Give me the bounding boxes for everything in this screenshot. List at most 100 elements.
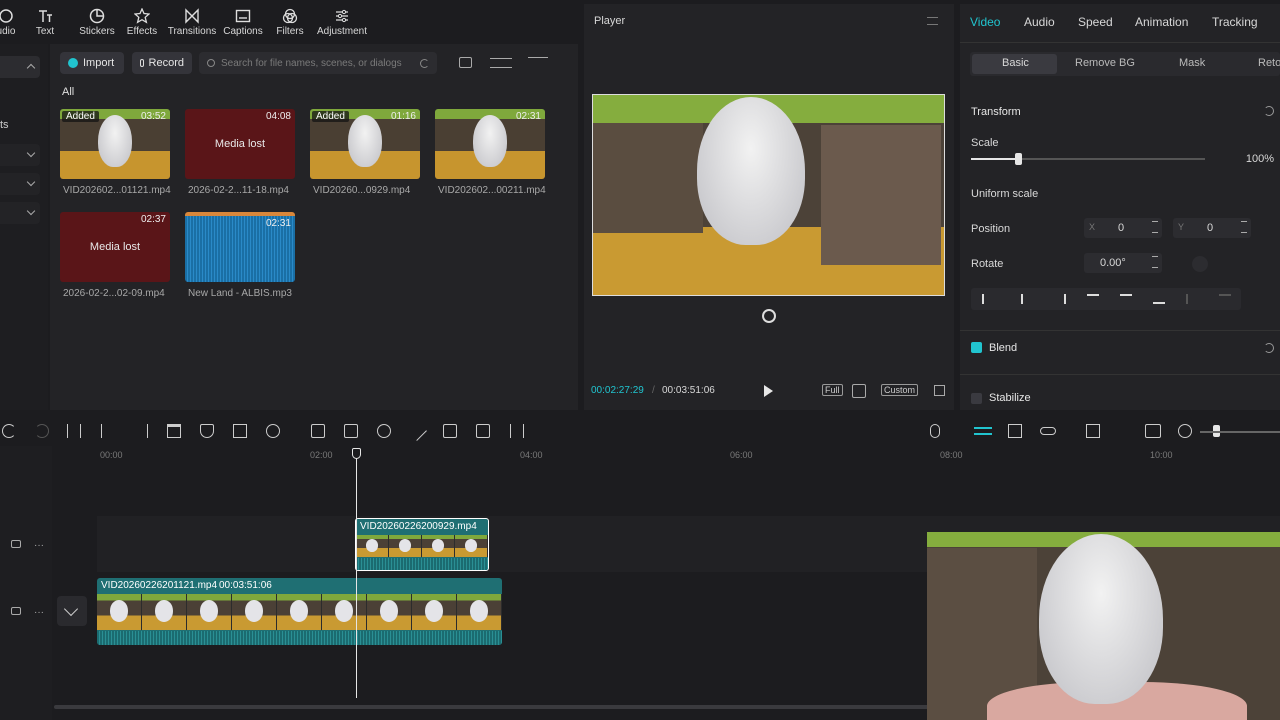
record-button[interactable]: Record xyxy=(132,52,192,74)
tool-filters[interactable]: Filters xyxy=(266,0,314,44)
reset-icon[interactable] xyxy=(1264,106,1274,116)
replace-icon[interactable] xyxy=(476,424,490,438)
tool-audio[interactable]: udio xyxy=(0,0,16,44)
scale-value[interactable]: 100% xyxy=(1222,153,1274,165)
snap-icon[interactable] xyxy=(1008,424,1022,438)
media-name: 2026-02-2...11-18.mp4 xyxy=(188,185,289,196)
top-toolbar: udio Text Stickers Effects Transitions C… xyxy=(0,0,578,44)
ratio-button[interactable]: Custom xyxy=(881,384,919,396)
media-thumb[interactable]: Added 03:52 xyxy=(60,109,170,179)
mirror-icon[interactable] xyxy=(266,424,280,438)
audio-wave-icon[interactable] xyxy=(510,424,524,438)
split-left-icon[interactable] xyxy=(101,424,115,438)
tool-transitions[interactable]: Transitions xyxy=(164,0,220,44)
tab-speed[interactable]: Speed xyxy=(1078,15,1113,29)
zoom-out-icon[interactable] xyxy=(1178,424,1192,438)
subtab-retouch[interactable]: Reto xyxy=(1258,57,1280,69)
position-x-input[interactable]: X 0 xyxy=(1084,218,1162,238)
search-input[interactable]: Search for file names, scenes, or dialog… xyxy=(199,52,437,74)
magic-wand-icon[interactable] xyxy=(407,421,427,441)
tool-stickers[interactable]: Stickers xyxy=(74,0,120,44)
import-button[interactable]: Import xyxy=(60,52,124,74)
transform-heading[interactable]: Transform xyxy=(971,106,1021,118)
tab-video[interactable]: Video xyxy=(970,15,1000,29)
align-center-v-icon[interactable] xyxy=(1119,294,1132,304)
align-top-icon[interactable] xyxy=(1086,294,1099,304)
sort-icon[interactable] xyxy=(490,58,512,68)
main-track-magnet-icon[interactable] xyxy=(974,427,992,435)
blend-checkbox[interactable] xyxy=(971,342,982,353)
split-right-icon[interactable] xyxy=(134,424,148,438)
tab-tracking[interactable]: Tracking xyxy=(1212,15,1258,29)
stabilize-label[interactable]: Stabilize xyxy=(989,392,1031,404)
mute-icon[interactable] xyxy=(11,607,21,615)
audio-split-icon[interactable] xyxy=(344,424,358,438)
tool-effects[interactable]: Effects xyxy=(120,0,164,44)
grid-view-icon[interactable] xyxy=(459,57,472,68)
tool-captions[interactable]: Captions xyxy=(220,0,266,44)
mute-icon[interactable] xyxy=(11,540,21,548)
blend-label[interactable]: Blend xyxy=(989,342,1017,354)
media-thumb-audio[interactable]: 02:31 xyxy=(185,212,295,282)
focus-icon[interactable] xyxy=(852,384,866,398)
crop-icon[interactable] xyxy=(233,424,247,438)
link-icon[interactable] xyxy=(1040,427,1056,435)
keyboard-icon[interactable] xyxy=(1145,424,1161,438)
position-y-input[interactable]: Y 0 xyxy=(1173,218,1251,238)
playhead-handle[interactable] xyxy=(352,448,361,459)
time-ruler[interactable]: 00:00 02:00 04:00 06:00 08:00 10:00 xyxy=(52,446,1280,464)
rotate-input[interactable]: 0.00° xyxy=(1084,253,1162,273)
video-preview[interactable] xyxy=(592,94,945,296)
playhead[interactable] xyxy=(356,448,357,698)
sidebar-item-1[interactable] xyxy=(0,144,40,166)
stepper-icon[interactable] xyxy=(1241,221,1247,233)
subtab-mask[interactable]: Mask xyxy=(1179,57,1205,69)
microphone-icon[interactable] xyxy=(930,424,940,438)
reset-icon[interactable] xyxy=(1264,343,1274,353)
scale-slider[interactable] xyxy=(971,153,1205,165)
split-icon[interactable] xyxy=(67,424,81,438)
main-clip[interactable]: VID20260226201121.mp4 00:03:51:06 xyxy=(97,578,502,645)
filter-all[interactable]: All xyxy=(62,86,74,98)
rotate-dial[interactable] xyxy=(1192,256,1208,272)
full-button[interactable]: Full xyxy=(822,384,843,396)
stepper-icon[interactable] xyxy=(1152,221,1158,233)
preview-axis-icon[interactable] xyxy=(1086,424,1100,438)
align-left-icon[interactable] xyxy=(981,294,994,304)
stabilize-checkbox[interactable] xyxy=(971,393,982,404)
sidebar-item-3[interactable] xyxy=(0,202,40,224)
rotate-handle-icon[interactable] xyxy=(762,309,776,323)
tab-audio[interactable]: Audio xyxy=(1024,15,1055,29)
undo-icon[interactable] xyxy=(2,424,16,438)
tab-animation[interactable]: Animation xyxy=(1135,15,1188,29)
play-icon[interactable] xyxy=(764,385,773,397)
scale-slider-handle[interactable] xyxy=(1014,153,1022,165)
tool-text[interactable]: Text xyxy=(16,0,74,44)
sidebar-item-selected[interactable] xyxy=(0,56,40,78)
align-bottom-icon[interactable] xyxy=(1152,294,1165,304)
fullscreen-icon[interactable] xyxy=(934,385,945,396)
hd-icon[interactable] xyxy=(443,424,457,438)
media-thumb-lost[interactable]: Media lost 04:08 xyxy=(185,109,295,179)
more-icon[interactable]: ··· xyxy=(34,607,44,618)
more-icon[interactable]: ··· xyxy=(34,540,44,551)
freeze-icon[interactable] xyxy=(311,424,325,438)
remove-bg-icon[interactable] xyxy=(377,424,391,438)
timeline-scrollbar[interactable] xyxy=(54,705,954,709)
marker-icon[interactable] xyxy=(200,424,214,438)
refresh-icon[interactable] xyxy=(420,58,429,68)
overlay-clip[interactable]: VID20260226200929.mp4 xyxy=(355,518,489,571)
align-center-h-icon[interactable] xyxy=(1020,294,1033,304)
tool-adjustment[interactable]: Adjustment xyxy=(314,0,370,44)
menu-icon[interactable] xyxy=(927,17,938,25)
media-thumb[interactable]: Added 01:16 xyxy=(310,109,420,179)
filter-icon[interactable] xyxy=(528,57,548,68)
media-thumb-lost[interactable]: Media lost 02:37 xyxy=(60,212,170,282)
subtab-remove-bg[interactable]: Remove BG xyxy=(1075,57,1135,69)
sidebar-item-2[interactable] xyxy=(0,173,40,195)
delete-icon[interactable] xyxy=(167,424,181,438)
stepper-icon[interactable] xyxy=(1152,256,1158,268)
media-thumb[interactable]: 02:31 xyxy=(435,109,545,179)
subtab-basic[interactable]: Basic xyxy=(1002,57,1029,69)
align-right-icon[interactable] xyxy=(1054,294,1066,304)
